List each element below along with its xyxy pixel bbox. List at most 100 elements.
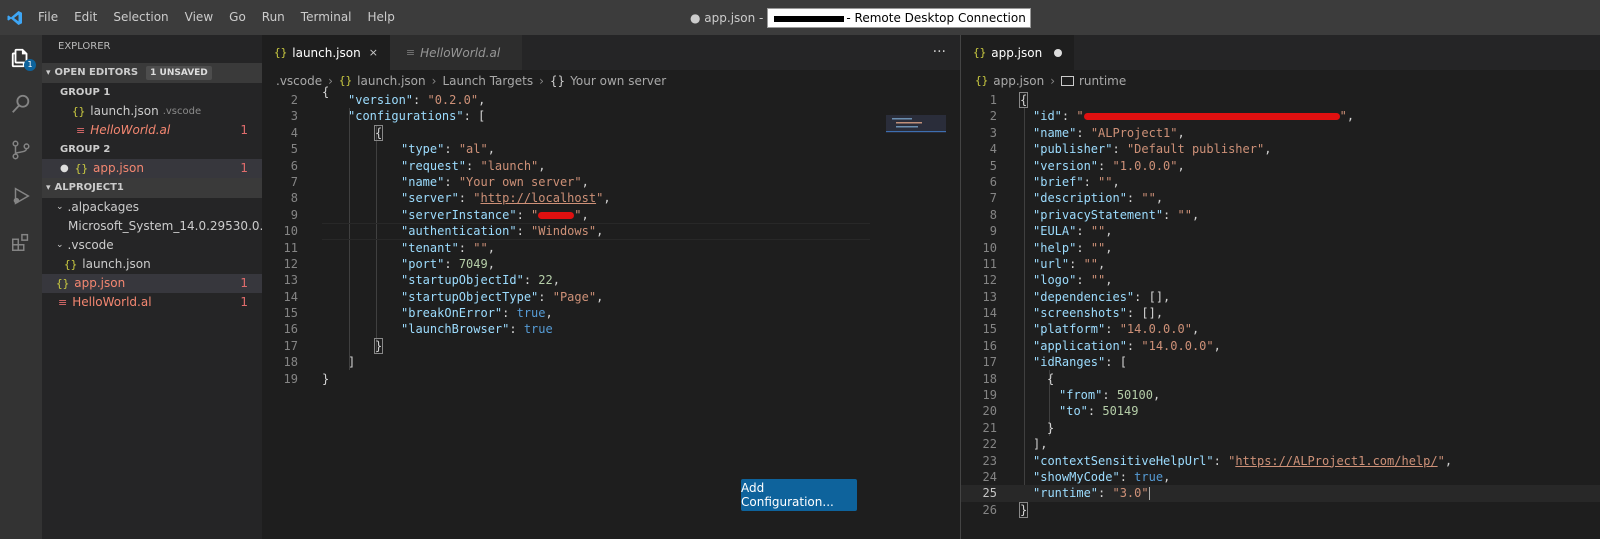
code-editor-app[interactable]: 1{ 2 "id": " ", 3 "name": "ALProject1", 4 "p…: [961, 92, 1600, 539]
breadcrumb-item[interactable]: .vscode: [276, 70, 322, 92]
breadcrumb-item[interactable]: Launch Targets: [442, 70, 533, 92]
menu-edit[interactable]: Edit: [66, 0, 105, 35]
close-window-button[interactable]: [1554, 0, 1600, 35]
problem-count: 1: [240, 276, 248, 290]
line-number: 9: [989, 224, 997, 239]
menu-help[interactable]: Help: [360, 0, 403, 35]
tree-file-launch-json[interactable]: {} launch.json: [42, 255, 262, 274]
json-value: "al": [458, 142, 488, 157]
json-key: "launchBrowser": [401, 322, 510, 337]
code-text: "version": "1.0.0.0",: [1033, 158, 1185, 173]
unsaved-dot-icon[interactable]: [1054, 48, 1063, 57]
code-text: "privacyStatement": "",: [1033, 207, 1200, 222]
json-key: "to": [1059, 404, 1088, 419]
code-text: "logo": "",: [1033, 273, 1113, 288]
menu-file[interactable]: File: [30, 0, 66, 35]
code-line: 9 "EULA": "",: [961, 223, 1600, 239]
tree-label: .vscode: [67, 238, 114, 252]
run-debug-activity[interactable]: [0, 173, 42, 219]
code-line: 20 "to": 50149: [961, 403, 1600, 419]
code-text: "name": "ALProject1",: [1033, 125, 1185, 140]
code-text: "application": "14.0.0.0",: [1033, 338, 1221, 353]
menu-view[interactable]: View: [177, 0, 221, 35]
code-text: "platform": "14.0.0.0",: [1033, 322, 1200, 337]
breadcrumb-item[interactable]: runtime: [1079, 70, 1126, 92]
chevron-right-icon: ›: [1050, 74, 1055, 88]
line-number: 5: [989, 158, 997, 173]
tree-file-system-app[interactable]: Microsoft_System_14.0.29530.0.app: [42, 217, 286, 236]
code-line: 7 "name": "Your own server",: [262, 174, 960, 190]
chevron-down-icon: ⌄: [56, 240, 64, 250]
tree-folder-vscode[interactable]: ⌄ .vscode: [42, 236, 262, 255]
code-text: {: [374, 124, 384, 141]
window-title-text: ● app.json -: [690, 10, 764, 25]
open-editor-launch-json[interactable]: {} launch.json .vscode: [42, 102, 262, 121]
breadcrumb-item[interactable]: launch.json: [357, 70, 425, 92]
code-text: "publisher": "Default publisher",: [1033, 142, 1272, 157]
search-activity[interactable]: [0, 81, 42, 127]
json-value: "": [473, 240, 488, 255]
json-key: "version": [1033, 158, 1099, 173]
line-number: 7: [989, 191, 997, 206]
code-text: "from": 50100,: [1059, 388, 1161, 403]
source-control-activity[interactable]: [0, 127, 42, 173]
tab-launch-json[interactable]: {} launch.json ×: [262, 35, 390, 70]
editor-group-2: {} app.json {} app.json › runtime 1{ 2 "i…: [960, 35, 1600, 539]
menu-go[interactable]: Go: [221, 0, 254, 35]
json-value: "Default publisher": [1126, 142, 1265, 157]
close-icon[interactable]: ×: [369, 46, 378, 59]
code-text: "dependencies": [],: [1033, 289, 1171, 304]
explorer-activity[interactable]: 1: [0, 35, 42, 81]
code-text: "description": "",: [1033, 191, 1164, 206]
line-number: 19: [283, 371, 298, 386]
menu-selection[interactable]: Selection: [105, 0, 176, 35]
minimize-button[interactable]: [1462, 0, 1508, 35]
add-configuration-button[interactable]: Add Configuration...: [741, 479, 857, 511]
line-number: 15: [982, 322, 997, 337]
line-number: 12: [982, 273, 997, 288]
breadcrumb-item[interactable]: app.json: [993, 70, 1044, 92]
code-editor-launch[interactable]: { 2 "version": "0.2.0", 3 "configurations"…: [262, 85, 960, 539]
tab-label: launch.json: [292, 45, 361, 60]
tree-file-app-json[interactable]: {} app.json 1: [42, 274, 262, 293]
menu-terminal[interactable]: Terminal: [293, 0, 360, 35]
project-section[interactable]: ▾ ALPROJECT1: [42, 178, 262, 198]
json-key: "type": [401, 142, 445, 157]
editor-group-1: {} launch.json × ≡ HelloWorld.al ··· .vs…: [262, 35, 960, 539]
vertical-scrollbar[interactable]: [946, 92, 960, 539]
json-link-value[interactable]: https://ALProject1.com/help/: [1235, 454, 1437, 468]
source-control-icon: [12, 140, 30, 160]
line-number: 7: [290, 174, 298, 189]
code-line: 21}: [961, 420, 1600, 436]
tab-helloworld[interactable]: ≡ HelloWorld.al: [389, 35, 523, 70]
tab-app-json[interactable]: {} app.json: [961, 35, 1075, 70]
code-line: 16 "application": "14.0.0.0",: [961, 338, 1600, 354]
extensions-activity[interactable]: [0, 219, 42, 265]
tree-file-helloworld[interactable]: ≡ HelloWorld.al 1: [42, 293, 262, 312]
open-editor-app-json[interactable]: ● {} app.json 1: [42, 159, 262, 178]
json-key: "configurations": [348, 109, 464, 124]
json-value: "launch": [480, 158, 539, 173]
minimap[interactable]: [886, 115, 960, 145]
line-number: 14: [982, 306, 997, 321]
line-number: 16: [982, 338, 997, 353]
code-line: 17 "idRanges": [: [961, 354, 1600, 370]
activity-bar: 1: [0, 35, 42, 539]
line-number: 17: [283, 338, 298, 353]
maximize-button[interactable]: [1508, 0, 1554, 35]
open-editors-title: OPEN EDITORS: [54, 67, 139, 78]
more-actions-icon[interactable]: ···: [933, 35, 946, 70]
breadcrumb-item[interactable]: Your own server: [570, 70, 666, 92]
menu-run[interactable]: Run: [254, 0, 293, 35]
tab-bar-2: {} app.json: [961, 35, 1600, 70]
json-key: "screenshots": [1033, 306, 1127, 321]
vertical-scrollbar[interactable]: [1595, 92, 1600, 539]
code-line: 14 "screenshots": [],: [961, 305, 1600, 321]
code-text: "name": "Your own server",: [401, 174, 589, 189]
code-line: 18]: [262, 354, 960, 370]
open-editors-section[interactable]: ▾ OPEN EDITORS 1 UNSAVED: [42, 63, 262, 83]
open-editor-helloworld[interactable]: ≡ HelloWorld.al 1: [42, 121, 262, 140]
window-controls: [1462, 0, 1600, 35]
json-link-value[interactable]: http://localhost: [480, 191, 596, 205]
tree-folder-alpackages[interactable]: ⌄ .alpackages: [42, 198, 262, 217]
